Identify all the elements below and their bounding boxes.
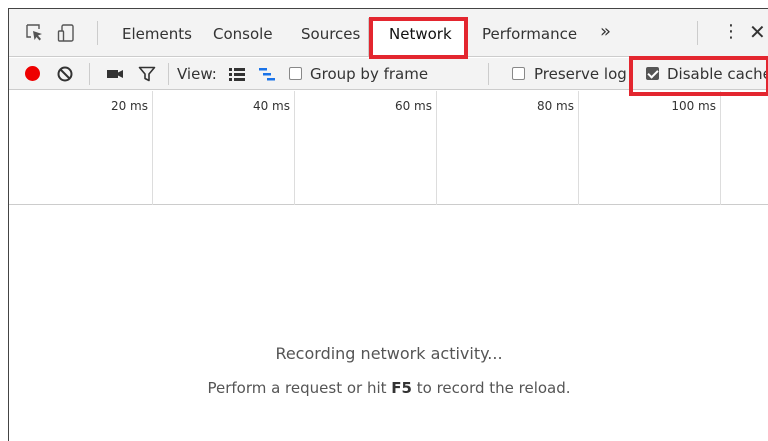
tabbar-separator-right bbox=[697, 21, 698, 45]
tab-elements[interactable]: Elements bbox=[122, 23, 192, 45]
view-label: View: bbox=[177, 65, 217, 83]
disable-cache-highlight bbox=[629, 56, 768, 96]
tab-sources[interactable]: Sources bbox=[301, 23, 360, 45]
group-by-frame-label[interactable]: Group by frame bbox=[310, 65, 428, 83]
waterfall-view-icon[interactable] bbox=[258, 65, 276, 83]
tick-label: 100 ms bbox=[671, 99, 716, 113]
device-toolbar-icon[interactable] bbox=[57, 23, 77, 43]
list-view-icon[interactable] bbox=[228, 65, 246, 83]
recording-status-message: Recording network activity... bbox=[275, 344, 503, 363]
tick-label: 40 ms bbox=[252, 99, 290, 113]
devtools-panel: Elements Console Sources Network Perform… bbox=[8, 8, 768, 441]
timeline-overview[interactable]: 20 ms 40 ms 60 ms 80 ms 100 ms bbox=[9, 91, 768, 205]
tick-gridline bbox=[436, 91, 437, 205]
customize-menu-icon[interactable]: ⋮ bbox=[722, 21, 740, 42]
screenshot-icon[interactable] bbox=[106, 65, 124, 83]
network-tab-highlight bbox=[369, 17, 468, 59]
preserve-log-label[interactable]: Preserve log bbox=[534, 65, 627, 83]
tab-console[interactable]: Console bbox=[213, 23, 273, 45]
reload-hint-prefix: Perform a request or hit bbox=[207, 379, 392, 397]
group-by-frame-checkbox[interactable] bbox=[289, 67, 302, 80]
toolbar-separator bbox=[168, 63, 169, 85]
toolbar-separator bbox=[89, 63, 90, 85]
reload-hint-suffix: to record the reload. bbox=[411, 379, 571, 397]
tick-gridline bbox=[578, 91, 579, 205]
close-icon[interactable]: ✕ bbox=[749, 20, 766, 44]
tick-gridline bbox=[720, 91, 721, 205]
more-tabs-icon[interactable]: » bbox=[600, 21, 611, 42]
preserve-log-checkbox[interactable] bbox=[512, 67, 525, 80]
tick-label: 20 ms bbox=[110, 99, 148, 113]
tabbar-separator bbox=[97, 21, 98, 45]
inspect-element-icon[interactable] bbox=[25, 23, 45, 43]
reload-shortcut-key: F5 bbox=[391, 379, 412, 397]
tab-performance[interactable]: Performance bbox=[482, 23, 577, 45]
toolbar-separator bbox=[488, 63, 489, 85]
record-icon[interactable] bbox=[25, 66, 40, 81]
tick-gridline bbox=[152, 91, 153, 205]
reload-hint-message: Perform a request or hit F5 to record th… bbox=[9, 379, 768, 397]
clear-icon[interactable] bbox=[56, 65, 74, 83]
tick-label: 60 ms bbox=[394, 99, 432, 113]
tick-label: 80 ms bbox=[536, 99, 574, 113]
filter-icon[interactable] bbox=[138, 65, 156, 83]
tick-gridline bbox=[294, 91, 295, 205]
